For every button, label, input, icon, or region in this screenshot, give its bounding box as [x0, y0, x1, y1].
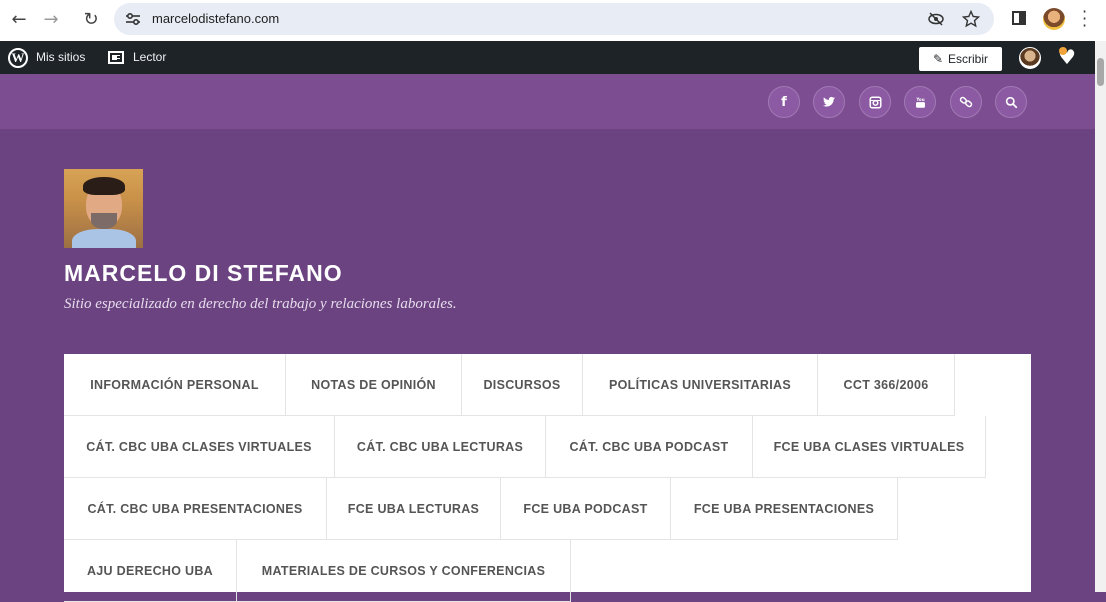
pen-icon: ✎ — [932, 52, 944, 66]
portrait-shirt — [72, 229, 136, 248]
side-panel-icon[interactable] — [1012, 11, 1026, 25]
wp-user-avatar[interactable] — [1019, 47, 1041, 69]
forward-arrow-icon[interactable]: → — [38, 6, 64, 32]
menu-item-fce-clases-virtuales[interactable]: FCE UBA CLASES VIRTUALES — [753, 416, 986, 478]
site-info-icon[interactable] — [124, 10, 142, 28]
reload-icon[interactable]: ↻ — [78, 6, 104, 32]
instagram-icon[interactable] — [859, 86, 891, 118]
site-title[interactable]: MARCELO DI STEFANO — [64, 260, 343, 287]
reader-link[interactable]: Lector — [133, 50, 166, 64]
back-arrow-icon[interactable]: ← — [6, 6, 32, 32]
menu-item-cct-366-2006[interactable]: CCT 366/2006 — [818, 354, 955, 416]
site-tagline: Sitio especializado en derecho del traba… — [64, 296, 457, 312]
menu-item-cbc-presentaciones[interactable]: CÁT. CBC UBA PRESENTACIONES — [64, 478, 327, 540]
primary-menu: INFORMACIÓN PERSONAL NOTAS DE OPINIÓN DI… — [64, 354, 1031, 602]
reader-icon[interactable] — [108, 51, 124, 64]
twitter-bird-icon — [822, 96, 836, 107]
menu-item-politicas-universitarias[interactable]: POLÍTICAS UNIVERSITARIAS — [583, 354, 818, 416]
menu-item-cbc-lecturas[interactable]: CÁT. CBC UBA LECTURAS — [335, 416, 546, 478]
portrait-beard — [91, 213, 117, 229]
youtube-icon[interactable]: You — [904, 86, 936, 118]
wordpress-logo-icon[interactable]: W — [8, 48, 28, 68]
profile-avatar[interactable] — [1043, 8, 1065, 30]
menu-item-discursos[interactable]: DISCURSOS — [462, 354, 583, 416]
url-text: marcelodistefano.com — [152, 11, 280, 26]
link-icon[interactable] — [950, 86, 982, 118]
magnifier-icon — [1005, 96, 1017, 108]
search-icon[interactable] — [995, 86, 1027, 118]
notification-dot — [1059, 47, 1067, 55]
menu-item-aju-derecho-uba[interactable]: AJU DERECHO UBA — [64, 540, 237, 602]
write-button-label: Escribir — [948, 52, 989, 66]
bookmark-star-icon[interactable] — [962, 10, 980, 28]
my-sites-link[interactable]: Mis sitios — [36, 50, 85, 64]
chain-link-icon — [959, 96, 973, 108]
menu-item-fce-lecturas[interactable]: FCE UBA LECTURAS — [327, 478, 501, 540]
address-bar[interactable]: marcelodistefano.com — [114, 3, 994, 35]
page-scrollbar[interactable] — [1095, 41, 1106, 592]
browser-toolbar: ← → ↻ marcelodistefano.com · · · — [0, 0, 1106, 41]
more-menu-icon[interactable]: · · · — [1082, 4, 1088, 34]
page-scrollbar-thumb[interactable] — [1097, 58, 1104, 86]
facebook-icon[interactable]: f — [768, 86, 800, 118]
write-button[interactable]: ✎ Escribir — [919, 47, 1002, 71]
portrait-hair — [83, 177, 125, 195]
menu-item-cbc-podcast[interactable]: CÁT. CBC UBA PODCAST — [546, 416, 753, 478]
menu-item-informacion-personal[interactable]: INFORMACIÓN PERSONAL — [64, 354, 286, 416]
menu-item-fce-presentaciones[interactable]: FCE UBA PRESENTACIONES — [671, 478, 898, 540]
eye-off-icon[interactable] — [927, 10, 945, 28]
instagram-glyph-icon — [868, 95, 882, 109]
menu-item-fce-podcast[interactable]: FCE UBA PODCAST — [501, 478, 671, 540]
svg-text:You: You — [915, 96, 924, 101]
menu-item-cbc-clases-virtuales[interactable]: CÁT. CBC UBA CLASES VIRTUALES — [64, 416, 335, 478]
youtube-glyph-icon: You — [915, 96, 925, 108]
menu-item-notas-de-opinion[interactable]: NOTAS DE OPINIÓN — [286, 354, 462, 416]
site-logo-portrait[interactable] — [64, 169, 143, 248]
menu-item-materiales-cursos-conferencias[interactable]: MATERIALES DE CURSOS Y CONFERENCIAS — [237, 540, 571, 602]
twitter-icon[interactable] — [813, 86, 845, 118]
